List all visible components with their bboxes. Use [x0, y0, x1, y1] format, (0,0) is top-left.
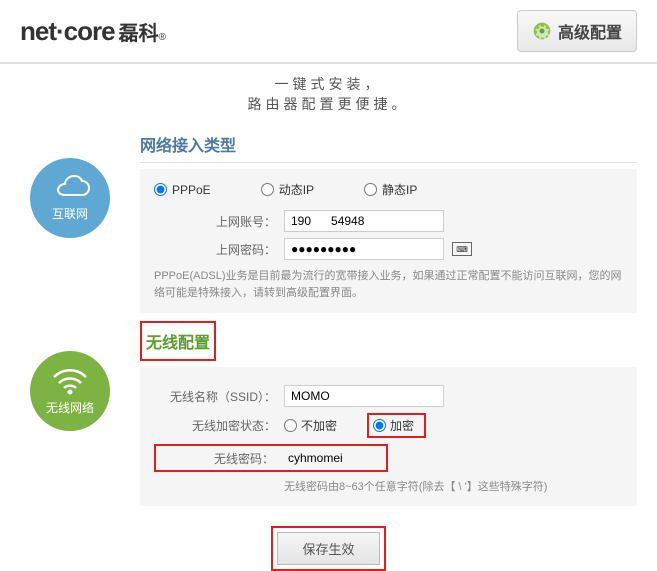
account-label: 上网账号：: [154, 213, 284, 230]
page-subtitle: 一键式安装， 路由器配置更便捷。: [0, 64, 657, 120]
gear-icon: [532, 21, 552, 41]
radio-pppoe[interactable]: PPPoE: [154, 183, 211, 197]
advanced-config-button[interactable]: 高级配置: [517, 10, 637, 52]
password-input[interactable]: [284, 238, 444, 260]
wl-password-hint: 无线密码由8~63个任意字符(除去【 \ '】这些特殊字符): [284, 478, 623, 494]
pppoe-hint: PPPoE(ADSL)业务是目前最为流行的宽带接入业务，如果通过正常配置不能访问…: [154, 268, 623, 301]
brand-logo: net·core 磊科 ®: [20, 16, 166, 47]
ssid-label: 无线名称（SSID）：: [154, 388, 284, 405]
wl-password-label: 无线密码：: [160, 450, 282, 467]
save-button[interactable]: 保存生效: [277, 532, 379, 565]
account-input[interactable]: [284, 210, 444, 232]
net-section-title: 网络接入类型: [140, 128, 637, 163]
wifi-icon: [50, 367, 90, 395]
ssid-input[interactable]: [284, 385, 444, 407]
password-label: 上网密码：: [154, 241, 284, 258]
wireless-badge: 无线网络: [30, 351, 110, 431]
radio-static[interactable]: 静态IP: [364, 181, 417, 198]
keyboard-icon[interactable]: ⌨: [452, 242, 472, 256]
wl-password-input[interactable]: [282, 448, 382, 468]
radio-dhcp[interactable]: 动态IP: [261, 181, 314, 198]
wl-section-title: 无线配置: [146, 325, 210, 357]
radio-encrypt[interactable]: 加密: [373, 417, 414, 434]
enc-label: 无线加密状态：: [154, 417, 284, 434]
radio-no-encrypt[interactable]: 不加密: [284, 417, 337, 434]
internet-badge: 互联网: [30, 158, 110, 238]
cloud-icon: [48, 175, 92, 201]
